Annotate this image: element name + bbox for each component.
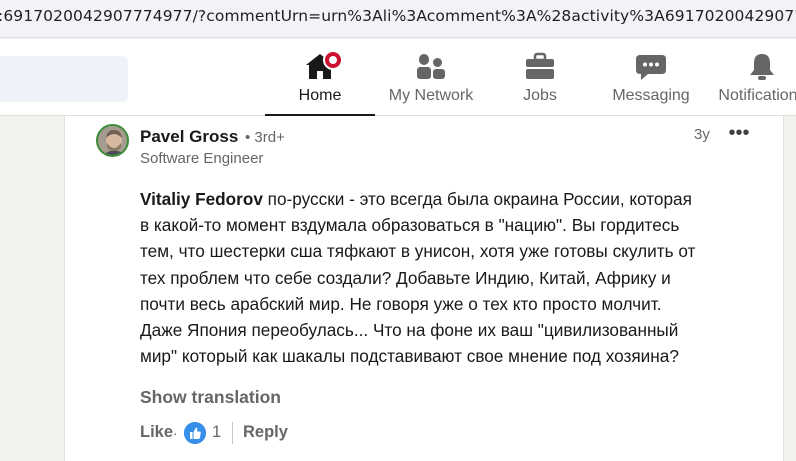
avatar[interactable] <box>96 124 129 157</box>
nav-home[interactable]: Home <box>265 50 375 116</box>
url-text[interactable]: :6917020042907774977/?commentUrn=urn%3Al… <box>0 7 796 25</box>
comment-line: по-русски - это всегда была окраина Росс… <box>262 189 692 209</box>
global-nav: Home My Network Jobs Messaging Notificat… <box>0 39 796 116</box>
comment-line: почти весь арабский мир. Не говоря уже о… <box>140 293 662 314</box>
nav-messaging[interactable]: Messaging <box>604 51 698 116</box>
comment-line: тех проблем что себе создали? Добавьте И… <box>140 267 671 288</box>
comment-timestamp: 3y <box>694 126 710 143</box>
show-translation-button[interactable]: Show translation <box>140 387 281 408</box>
nav-messaging-label: Messaging <box>612 87 690 104</box>
mention-link[interactable]: Vitaliy Fedorov <box>140 189 263 209</box>
comment-author-name[interactable]: Pavel Gross <box>140 127 238 147</box>
like-button[interactable]: Like <box>140 423 173 442</box>
action-divider <box>232 422 233 444</box>
nav-my-network[interactable]: My Network <box>380 51 482 116</box>
comment-line: Даже Япония переобулась... Что на фоне и… <box>140 320 679 341</box>
briefcase-icon <box>500 51 580 83</box>
browser-address-bar[interactable]: :6917020042907774977/?commentUrn=urn%3Al… <box>0 0 796 38</box>
comment-line: в какой-то момент вздумала образоваться … <box>140 215 680 236</box>
chat-bubble-icon <box>604 51 698 83</box>
nav-home-label: Home <box>298 87 342 104</box>
nav-my-network-label: My Network <box>388 87 474 104</box>
nav-jobs-label: Jobs <box>523 87 557 104</box>
reply-button[interactable]: Reply <box>243 423 288 442</box>
bell-icon <box>712 51 796 83</box>
comment-text: Vitaliy Fedorov по-русски - это всегда б… <box>140 186 770 369</box>
home-icon <box>265 50 375 83</box>
separator-dot: · <box>173 425 178 441</box>
search-input[interactable] <box>0 56 128 102</box>
more-options-icon[interactable]: ••• <box>727 122 751 144</box>
author-headline: Software Engineer <box>140 150 264 167</box>
connection-degree: • 3rd+ <box>245 129 285 146</box>
nav-jobs[interactable]: Jobs <box>500 51 580 116</box>
people-icon <box>380 51 482 83</box>
notification-badge <box>323 50 343 70</box>
nav-notifications[interactable]: Notifications <box>712 51 796 116</box>
nav-notifications-label: Notifications <box>718 87 796 104</box>
reaction-count[interactable]: 1 <box>212 423 221 442</box>
comment-line: тем, что шестерки сша тяфкают в унисон, … <box>140 241 696 262</box>
like-reaction-icon[interactable] <box>184 422 206 444</box>
comment-line: мир" который как шакалы подставивают сво… <box>140 346 679 367</box>
